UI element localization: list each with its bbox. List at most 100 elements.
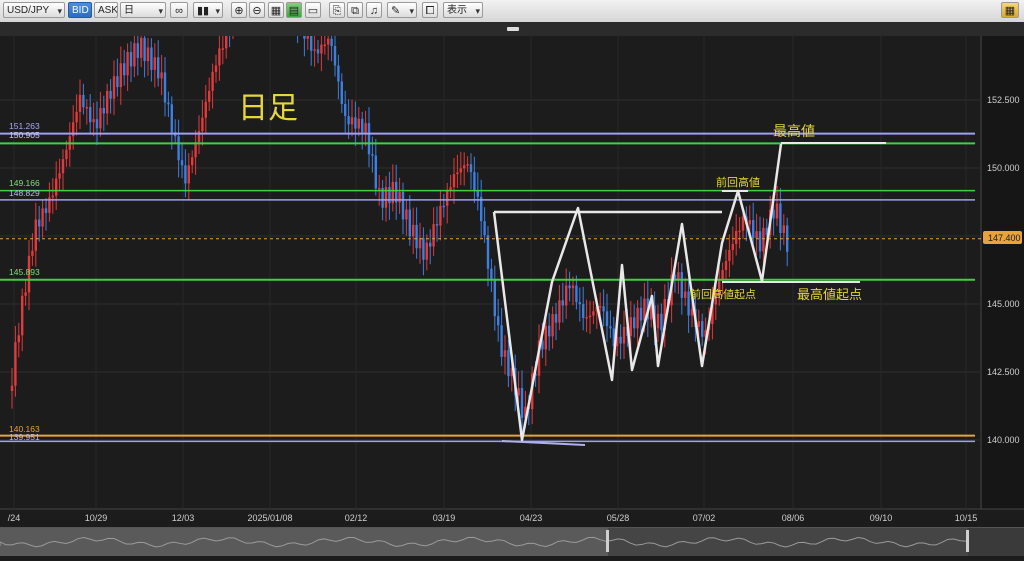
candle-body xyxy=(89,106,92,123)
candle-body xyxy=(520,388,524,418)
draw-pen-icon[interactable]: ✎ xyxy=(387,2,417,18)
candle-body xyxy=(44,208,48,213)
candle-body xyxy=(153,57,156,70)
date-tick-label: 12/03 xyxy=(172,513,195,523)
candle-body xyxy=(568,285,571,289)
candle-body xyxy=(425,242,428,260)
navigator-right-handle[interactable] xyxy=(966,530,969,552)
candle-body xyxy=(170,104,173,133)
calendar-grid-icon[interactable]: ▦ xyxy=(1001,2,1019,18)
candle-body xyxy=(459,168,462,173)
candle-body xyxy=(629,317,632,337)
candle-body xyxy=(619,336,622,344)
candle-body xyxy=(592,311,595,316)
candle-body xyxy=(95,119,99,129)
candle-body xyxy=(483,221,486,236)
candle-body xyxy=(486,235,490,269)
highest-annotation: 最高値 xyxy=(773,123,815,139)
copy-icon[interactable]: ⧉ xyxy=(347,2,363,18)
candle-body xyxy=(340,81,343,105)
candle-body xyxy=(493,280,496,317)
candle-body xyxy=(330,38,333,47)
period-select[interactable]: 日 xyxy=(120,2,166,18)
navigator-bar[interactable] xyxy=(0,527,1024,556)
link-icon[interactable]: ∞ xyxy=(170,2,188,18)
candle-body xyxy=(463,165,466,169)
candle-body xyxy=(585,317,588,319)
bid-button[interactable]: BID xyxy=(68,2,92,18)
navigator-left-handle[interactable] xyxy=(606,530,609,552)
candle-body xyxy=(565,285,568,306)
candle-body xyxy=(497,316,500,326)
price-chart[interactable]: 152.500150.000147.500145.000142.500140.0… xyxy=(0,36,1024,527)
price-tick-label: 145.000 xyxy=(987,299,1020,309)
candle-body xyxy=(24,292,27,296)
candle-body xyxy=(180,160,184,166)
ask-button[interactable]: ASK xyxy=(94,2,118,18)
candle-body xyxy=(588,315,592,318)
candle-body xyxy=(697,321,700,327)
candle-body xyxy=(388,187,391,204)
candle-body xyxy=(622,326,626,344)
price-tick-label: 142.500 xyxy=(987,367,1020,377)
candle-body xyxy=(208,90,211,102)
candle-body xyxy=(133,43,136,67)
candle-body xyxy=(755,231,758,238)
candle-body xyxy=(99,108,102,129)
candle-body xyxy=(112,76,116,99)
candle-body xyxy=(367,123,371,155)
date-tick-label: 05/28 xyxy=(607,513,630,523)
window-icon[interactable]: ▭ xyxy=(305,2,321,18)
candle-body xyxy=(129,51,133,67)
candle-body xyxy=(449,187,452,190)
candle-body xyxy=(466,164,469,166)
candle-body xyxy=(61,159,65,174)
candle-body xyxy=(456,172,459,175)
candle-body xyxy=(741,216,745,231)
candle-body xyxy=(337,65,340,82)
grid-icon[interactable]: ▦ xyxy=(268,2,284,18)
candle-body xyxy=(306,36,309,39)
candle-body xyxy=(582,304,585,318)
candle-body xyxy=(191,157,194,166)
candle-body xyxy=(364,123,367,133)
sound-icon[interactable]: ♫ xyxy=(366,2,382,18)
zoom-out-icon[interactable]: ⊖ xyxy=(249,2,265,18)
date-tick-label: 07/02 xyxy=(693,513,716,523)
level-label-purple-low: 139.951 xyxy=(9,432,40,442)
period-select-label: 日 xyxy=(124,5,134,16)
candle-body xyxy=(633,317,636,329)
candle-body xyxy=(575,285,578,303)
candlestick-type-icon[interactable]: ▮▮ xyxy=(193,2,223,18)
candle-body xyxy=(752,220,755,238)
candle-body xyxy=(146,47,150,62)
layout-icon[interactable]: ▤ xyxy=(286,2,302,18)
level-label-purple-mid: 148.829 xyxy=(9,188,40,198)
candle-body xyxy=(31,250,34,256)
candle-body xyxy=(102,108,105,114)
candle-body xyxy=(374,155,377,189)
candle-body xyxy=(10,385,14,392)
screenshot-icon[interactable]: ⎘ xyxy=(329,2,345,18)
zoom-in-icon[interactable]: ⊕ xyxy=(231,2,247,18)
date-tick-label: 04/23 xyxy=(520,513,543,523)
candle-body xyxy=(398,191,401,203)
candle-body xyxy=(14,342,17,386)
candle-body xyxy=(554,314,558,323)
candle-body xyxy=(408,209,411,237)
candle-body xyxy=(551,314,554,337)
candle-body xyxy=(731,244,734,250)
display-menu-label: 表示 xyxy=(447,5,467,16)
display-menu[interactable]: 表示 xyxy=(443,2,483,18)
collapse-handle[interactable] xyxy=(507,27,519,31)
candle-body xyxy=(701,321,704,337)
candle-body xyxy=(65,149,68,160)
settings-window-icon[interactable]: ⧠ xyxy=(422,2,438,18)
candle-body xyxy=(728,249,731,261)
symbol-select[interactable]: USD/JPY xyxy=(3,2,65,18)
candle-body xyxy=(469,164,473,173)
candle-body xyxy=(354,117,357,129)
highest-start-annotation: 最高値起点 xyxy=(797,287,862,302)
timeframe-annotation: 日足 xyxy=(238,92,298,125)
chart-header-strip xyxy=(0,22,1024,37)
